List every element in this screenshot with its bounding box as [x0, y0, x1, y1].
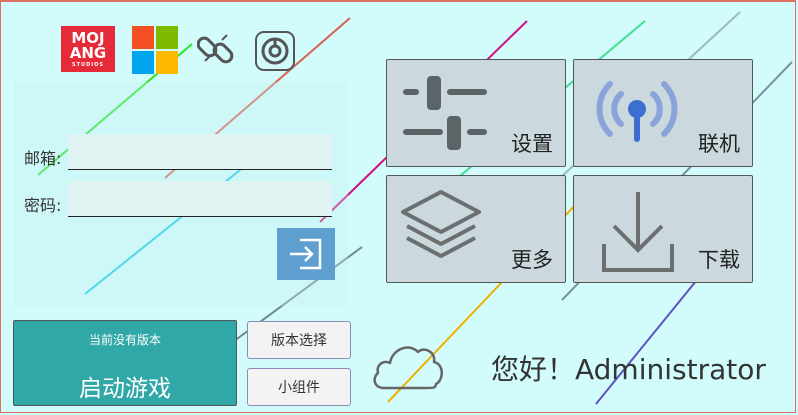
chain-link-icon[interactable]	[197, 31, 235, 69]
tile-settings[interactable]: 设置	[386, 59, 566, 167]
version-select-button[interactable]: 版本选择	[247, 321, 351, 359]
tile-more[interactable]: 更多	[386, 175, 566, 283]
login-arrow-icon	[290, 238, 322, 270]
password-label: 密码:	[24, 196, 62, 215]
tile-settings-label: 设置	[511, 132, 553, 156]
tile-online-label: 联机	[698, 132, 740, 156]
circle-logo-icon[interactable]	[255, 31, 295, 71]
tile-more-label: 更多	[511, 248, 553, 272]
tile-download-label: 下载	[698, 248, 740, 272]
email-field[interactable]	[68, 134, 332, 170]
tile-download[interactable]: 下载	[573, 175, 753, 283]
greeting-text: 您好！Administrator	[491, 353, 766, 386]
password-field[interactable]	[68, 181, 332, 217]
tile-online[interactable]: 联机	[573, 59, 753, 167]
launch-label: 启动游戏	[79, 376, 171, 402]
microsoft-logo[interactable]	[132, 26, 178, 74]
login-button[interactable]	[277, 228, 335, 280]
sliders-icon	[403, 76, 487, 150]
mojang-logo: MOJ ANG STUDIOS	[61, 26, 115, 72]
email-label: 邮箱:	[24, 149, 62, 168]
download-icon	[602, 192, 674, 272]
launch-game-button[interactable]: 当前没有版本 启动游戏	[13, 320, 237, 406]
cloud-icon[interactable]	[370, 340, 446, 394]
widgets-button[interactable]: 小组件	[247, 368, 351, 406]
layers-icon	[401, 190, 481, 258]
antenna-icon	[596, 81, 678, 142]
logo-row: MOJ ANG STUDIOS	[61, 26, 295, 74]
version-status: 当前没有版本	[88, 333, 161, 347]
